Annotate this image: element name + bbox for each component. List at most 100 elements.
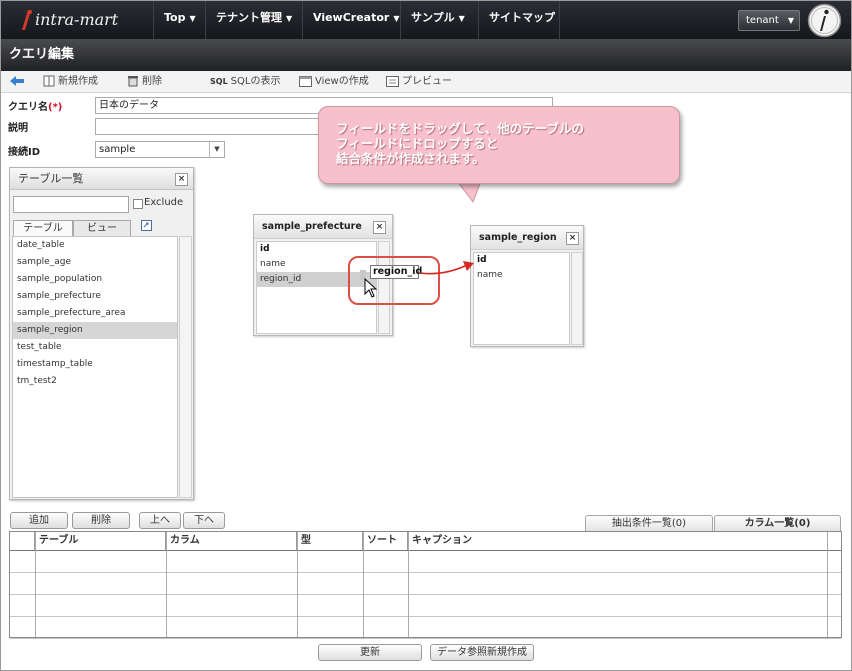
- nav-item-label: ViewCreator: [313, 11, 390, 24]
- chevron-down-icon: ▼: [189, 14, 196, 23]
- tab-views[interactable]: ビュー: [73, 220, 131, 236]
- chevron-down-icon: ▼: [787, 16, 794, 25]
- table-list-item[interactable]: test_table: [13, 339, 177, 356]
- tab-conditions[interactable]: 抽出条件一覧(0): [585, 515, 713, 531]
- chevron-down-icon: ▼: [209, 142, 224, 157]
- top-navigation-bar: intra-mart Top ▼ テナント管理 ▼ ViewCreator ▼ サンプ…: [1, 1, 851, 39]
- new-label: 新規作成: [58, 76, 98, 87]
- table-list: date_table sample_age sample_population sam…: [12, 236, 178, 498]
- grid-header-divider: [10, 550, 841, 551]
- create-data-reference-button[interactable]: データ参照新規作成: [430, 644, 534, 661]
- callout-text: フィールドをドラッグして、他のテーブルの フィールドにドロップすると 結合条件が…: [336, 121, 584, 166]
- table-row-divider: [10, 638, 841, 639]
- nav-item-sample[interactable]: サンプル ▼: [400, 1, 478, 39]
- column-id[interactable]: id: [257, 242, 376, 257]
- table-list-item[interactable]: timestamp_table: [13, 356, 177, 373]
- nav-item-viewcreator[interactable]: ViewCreator ▼: [302, 1, 400, 39]
- sql-icon: SQL: [210, 77, 228, 86]
- table-list-item[interactable]: sample_prefecture: [13, 288, 177, 305]
- entity-scrollbar[interactable]: [571, 252, 583, 345]
- grid-col-divider: [408, 532, 409, 637]
- nav-item-label: サンプル: [411, 11, 455, 24]
- table-row-divider: [10, 572, 841, 573]
- add-button[interactable]: 追加: [10, 512, 68, 529]
- description-label: 説明: [8, 123, 28, 134]
- grid-col-divider: [166, 532, 167, 637]
- grid-header-caption: キャプション: [412, 535, 472, 546]
- chevron-down-icon: ▼: [458, 14, 465, 23]
- view-label: Viewの作成: [315, 76, 369, 87]
- grid-header-table: テーブル: [35, 532, 166, 550]
- table-row-divider: [10, 616, 841, 617]
- chevron-down-icon: ▼: [286, 14, 293, 23]
- grid-col-divider: [363, 532, 364, 637]
- delete-row-button[interactable]: 削除: [72, 512, 130, 529]
- tenant-label: tenant: [746, 15, 779, 26]
- close-icon[interactable]: ×: [175, 173, 188, 186]
- callout-line: フィールドをドラッグして、他のテーブルの: [336, 121, 585, 136]
- refresh-icon[interactable]: [141, 220, 152, 231]
- close-icon[interactable]: ×: [566, 232, 579, 245]
- table-list-title: テーブル一覧: [10, 168, 193, 190]
- update-button[interactable]: 更新: [318, 644, 422, 661]
- nav-item-label: サイトマップ: [489, 11, 555, 24]
- column-id[interactable]: id: [474, 253, 569, 268]
- callout-line: フィールドにドロップすると: [336, 136, 499, 151]
- grid-header-type: 型: [297, 532, 363, 550]
- move-up-button[interactable]: 上へ: [139, 512, 181, 529]
- logo-mark-icon: [22, 10, 32, 30]
- table-search-input[interactable]: [13, 196, 129, 213]
- back-arrow-icon: [10, 76, 24, 86]
- grid-col-divider: [827, 532, 828, 637]
- im-info-icon[interactable]: [807, 3, 842, 38]
- connection-id-label: 接続ID: [8, 147, 41, 158]
- column-grid: テーブル カラム 型 ソート キャプション: [9, 531, 842, 639]
- required-mark: (*): [48, 102, 63, 113]
- table-list-item[interactable]: sample_population: [13, 271, 177, 288]
- table-list-item[interactable]: sample_prefecture_area: [13, 305, 177, 322]
- grid-header-sort: ソート: [363, 532, 408, 550]
- table-list-panel: テーブル一覧 × Exclude テーブル ビュー date_table samp…: [9, 167, 194, 500]
- trash-icon: [128, 76, 138, 87]
- sql-show-button[interactable]: SQL SQLの表示: [210, 75, 280, 89]
- grid-col-divider: [35, 532, 36, 637]
- preview-label: プレビュー: [402, 76, 452, 87]
- create-view-button[interactable]: Viewの作成: [299, 75, 369, 89]
- entity-sample-region[interactable]: sample_region × id name: [470, 225, 584, 347]
- nav-item-tenant-admin[interactable]: テナント管理 ▼: [205, 1, 302, 39]
- table-list-item[interactable]: tm_test2: [13, 373, 177, 390]
- close-icon[interactable]: ×: [373, 221, 386, 234]
- table-list-scrollbar[interactable]: [179, 236, 192, 498]
- move-down-button[interactable]: 下へ: [183, 512, 225, 529]
- intra-mart-logo[interactable]: intra-mart: [9, 7, 147, 33]
- tab-columns[interactable]: カラム一覧(0): [714, 515, 841, 531]
- exclude-checkbox[interactable]: [133, 199, 143, 209]
- nav-item-top[interactable]: Top ▼: [153, 1, 205, 39]
- table-list-item[interactable]: date_table: [13, 237, 177, 254]
- nav-item-sitemap[interactable]: サイトマップ: [478, 1, 560, 39]
- column-name[interactable]: name: [474, 268, 569, 283]
- grid-header-column: カラム: [166, 532, 297, 550]
- query-name-text: クエリ名: [8, 102, 48, 113]
- delete-toolbar-button[interactable]: 削除: [127, 75, 162, 89]
- new-button[interactable]: 新規作成: [43, 75, 98, 89]
- tab-tables[interactable]: テーブル: [13, 220, 73, 236]
- dragged-field-label: region_id: [370, 265, 422, 279]
- nav-item-label: Top: [164, 11, 186, 24]
- description-input[interactable]: [95, 118, 319, 135]
- preview-button[interactable]: プレビュー: [386, 75, 452, 89]
- toolbar: 新規作成 削除 SQL SQLの表示 Viewの作成 プレビュー: [1, 71, 851, 93]
- table-list-item[interactable]: sample_region: [13, 322, 177, 339]
- preview-icon: [386, 75, 399, 87]
- page-title: クエリ編集: [1, 39, 851, 71]
- logo-text: intra-mart: [35, 10, 119, 29]
- tenant-dropdown[interactable]: tenant ▼: [738, 10, 800, 31]
- mouse-cursor-icon: [364, 278, 378, 298]
- table-list-item[interactable]: sample_age: [13, 254, 177, 271]
- grid-header-blank: [10, 532, 35, 550]
- query-name-label: クエリ名(*): [8, 98, 62, 113]
- back-button[interactable]: [9, 75, 28, 89]
- connection-id-select[interactable]: sample ▼: [95, 141, 225, 158]
- entity-column-list: id name: [473, 252, 570, 345]
- drop-arrow-icon: [419, 261, 474, 275]
